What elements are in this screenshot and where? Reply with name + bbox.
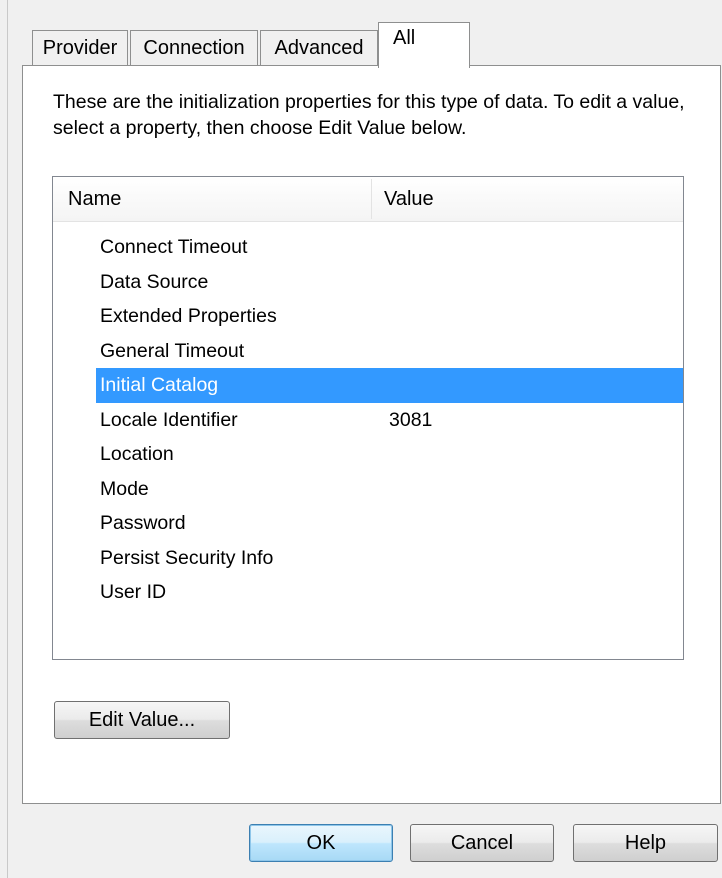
list-row[interactable]: General Timeout [53,334,683,369]
list-row[interactable]: Extended Properties [53,299,683,334]
property-name: Initial Catalog [100,374,219,396]
property-name: Mode [100,477,149,500]
tab-advanced[interactable]: Advanced [260,30,378,66]
tab-all[interactable]: All [378,22,470,68]
list-rows: Connect Timeout Data Source Extended Pro… [53,230,683,610]
properties-list[interactable]: Name Value Connect Timeout Data Source E… [52,176,684,660]
tab-connection[interactable]: Connection [130,30,258,66]
property-name: Data Source [100,270,209,293]
property-name: Location [100,443,174,465]
list-row[interactable]: Data Source [53,265,683,300]
property-name: Connect Timeout [100,236,248,258]
list-row[interactable]: Location [53,437,683,472]
property-name: Persist Security Info [100,546,274,569]
list-row[interactable]: Locale Identifier 3081 [53,403,683,438]
cancel-button[interactable]: Cancel [410,824,554,862]
ok-button[interactable]: OK [249,824,393,862]
property-name: Extended Properties [100,305,277,327]
property-name: User ID [100,581,167,603]
column-header-name[interactable]: Name [68,177,121,221]
list-row[interactable]: Connect Timeout [53,230,683,265]
column-header-value[interactable]: Value [384,177,434,221]
column-divider[interactable] [371,179,372,219]
dialog-left-edge [0,0,8,878]
list-row[interactable]: User ID [53,575,683,610]
property-name: Locale Identifier [100,408,238,431]
list-row-selected[interactable]: Initial Catalog [96,368,683,403]
property-value: 3081 [389,408,433,431]
instructions-text: These are the initialization properties … [53,91,685,139]
property-name: Password [100,512,186,534]
tab-provider[interactable]: Provider [32,30,128,66]
list-row[interactable]: Persist Security Info [53,541,683,576]
property-name: General Timeout [100,339,245,362]
edit-value-button[interactable]: Edit Value... [54,701,230,739]
list-row[interactable]: Mode [53,472,683,507]
list-header: Name Value [53,177,683,222]
list-row[interactable]: Password [53,506,683,541]
help-button[interactable]: Help [573,824,718,862]
